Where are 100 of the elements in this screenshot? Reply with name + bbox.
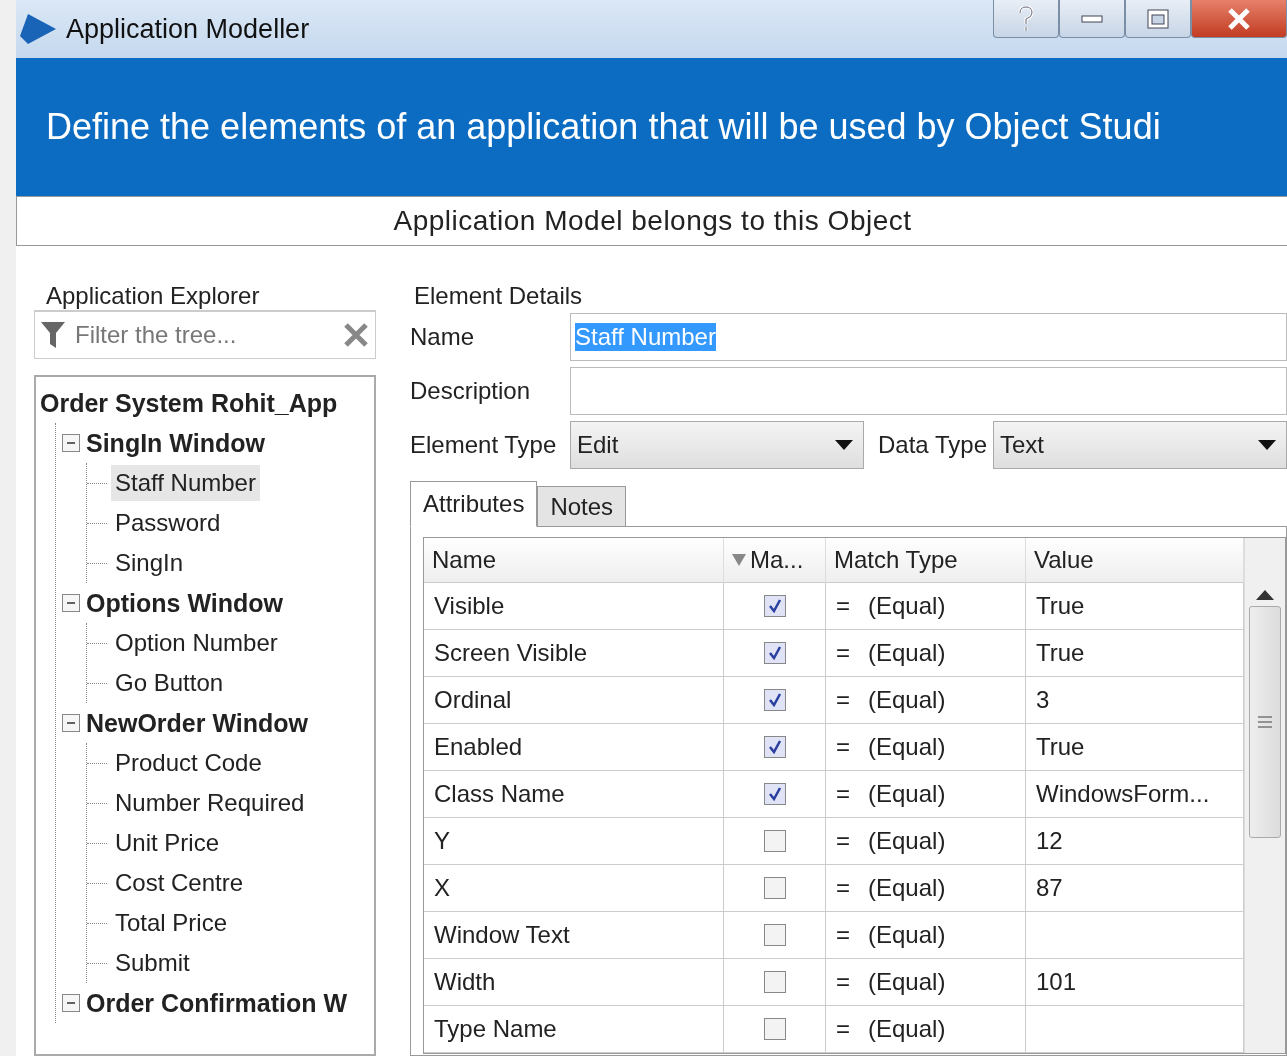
description-field[interactable] [570, 367, 1287, 415]
tree-item[interactable]: Number Required [111, 785, 309, 821]
match-type-text: (Equal) [868, 874, 946, 902]
table-cell: Width [424, 959, 724, 1006]
collapse-icon[interactable] [62, 714, 80, 732]
checkbox[interactable] [763, 1018, 786, 1040]
column-header[interactable]: Match Type [826, 538, 1026, 583]
minimize-button[interactable] [1059, 0, 1125, 38]
window-title: Application Modeller [66, 13, 311, 45]
match-type-text: (Equal) [868, 592, 946, 620]
filter-icon [41, 322, 65, 348]
table-cell: X [424, 865, 724, 912]
table-cell: Type Name [424, 1006, 724, 1053]
match-type-text: (Equal) [868, 921, 946, 949]
close-button[interactable] [1191, 0, 1287, 38]
checkbox[interactable] [763, 877, 786, 899]
match-operator: = [836, 921, 850, 949]
match-operator: = [836, 968, 850, 996]
checkmark-icon [767, 787, 782, 801]
match-operator: = [836, 733, 850, 761]
collapse-icon[interactable] [62, 434, 80, 452]
banner-text: Define the elements of an application that will be used by Object Studi [46, 106, 1161, 148]
match-type-text: (Equal) [868, 639, 946, 667]
field-label: Description [410, 377, 532, 405]
tree-item[interactable]: Staff Number [111, 465, 260, 501]
field-label: Data Type [877, 431, 988, 459]
table-cell: Class Name [424, 771, 724, 818]
minimize-icon [1081, 14, 1103, 23]
app-logo-icon [20, 14, 56, 44]
filter-box[interactable]: Filter the tree... [34, 311, 376, 359]
tree-root[interactable]: Order System Rohit_App [40, 383, 370, 423]
match-operator: = [836, 1015, 850, 1043]
scrollbar[interactable] [1244, 538, 1285, 1053]
match-operator: = [836, 780, 850, 808]
tree-node[interactable]: Options Window [86, 588, 283, 618]
checkmark-icon [767, 599, 782, 613]
checkbox[interactable] [763, 595, 786, 617]
match-operator: = [836, 686, 850, 714]
tree-item[interactable]: Option Number [111, 625, 282, 661]
tree-item[interactable]: Unit Price [111, 825, 224, 861]
match-operator: = [836, 592, 850, 620]
tree-item[interactable]: Product Code [111, 745, 266, 781]
match-type-text: (Equal) [868, 968, 946, 996]
match-operator: = [836, 827, 850, 855]
checkbox[interactable] [763, 642, 786, 664]
tab[interactable]: Notes [537, 486, 627, 526]
maximize-icon [1147, 8, 1169, 29]
table-cell: Enabled [424, 724, 724, 771]
collapse-icon[interactable] [62, 594, 80, 612]
field-label: Name [410, 323, 476, 351]
checkbox[interactable] [763, 971, 786, 993]
selected-text: Staff Number [575, 323, 716, 351]
checkmark-icon [767, 693, 782, 707]
field-label: Element Type [410, 431, 558, 459]
table-cell: Y [424, 818, 724, 865]
subheader-text: Application Model belongs to this Object [393, 205, 912, 237]
table-cell: Visible [424, 583, 724, 630]
checkbox[interactable] [763, 830, 786, 852]
checkbox[interactable] [763, 924, 786, 946]
data-type-dropdown[interactable]: Text [993, 421, 1287, 469]
close-icon [1227, 7, 1251, 30]
sort-icon [732, 554, 746, 566]
checkbox[interactable] [763, 736, 786, 758]
checkmark-icon [767, 646, 782, 660]
tree-item[interactable]: SingIn [111, 545, 188, 581]
clear-icon[interactable] [343, 322, 369, 348]
help-button[interactable] [993, 0, 1059, 38]
checkbox[interactable] [763, 689, 786, 711]
question-icon [1018, 5, 1034, 32]
tree-item[interactable]: Submit [111, 945, 194, 981]
match-operator: = [836, 639, 850, 667]
column-header[interactable]: Name [424, 538, 724, 583]
tree-item[interactable]: Cost Centre [111, 865, 248, 901]
tab[interactable]: Attributes [410, 481, 538, 527]
tree-item[interactable]: Total Price [111, 905, 232, 941]
tree-item[interactable]: Go Button [111, 665, 228, 701]
section-title: Application Explorer [34, 282, 376, 311]
column-header[interactable]: Ma... [724, 538, 826, 583]
match-type-text: (Equal) [868, 827, 946, 855]
match-type-text: (Equal) [868, 686, 946, 714]
scroll-thumb[interactable] [1249, 606, 1281, 838]
grip-icon [1258, 716, 1272, 728]
maximize-button[interactable] [1125, 0, 1191, 38]
table-cell: Screen Visible [424, 630, 724, 677]
column-header[interactable]: Value [1026, 538, 1244, 583]
collapse-icon[interactable] [62, 994, 80, 1012]
table-cell: Ordinal [424, 677, 724, 724]
match-type-text: (Equal) [868, 780, 946, 808]
checkmark-icon [767, 740, 782, 754]
table-cell: Window Text [424, 912, 724, 959]
tree-node[interactable]: Order Confirmation W [86, 988, 348, 1018]
tree-node[interactable]: SingIn Window [86, 428, 265, 458]
checkbox[interactable] [763, 783, 786, 805]
match-type-text: (Equal) [868, 1015, 946, 1043]
section-title: Element Details [413, 282, 584, 310]
element-type-dropdown[interactable]: Edit [570, 421, 864, 469]
tree-item[interactable]: Password [111, 505, 225, 541]
scroll-up-icon[interactable] [1256, 588, 1274, 600]
tree-node[interactable]: NewOrder Window [86, 708, 308, 738]
dropdown-caret-icon [835, 440, 853, 450]
